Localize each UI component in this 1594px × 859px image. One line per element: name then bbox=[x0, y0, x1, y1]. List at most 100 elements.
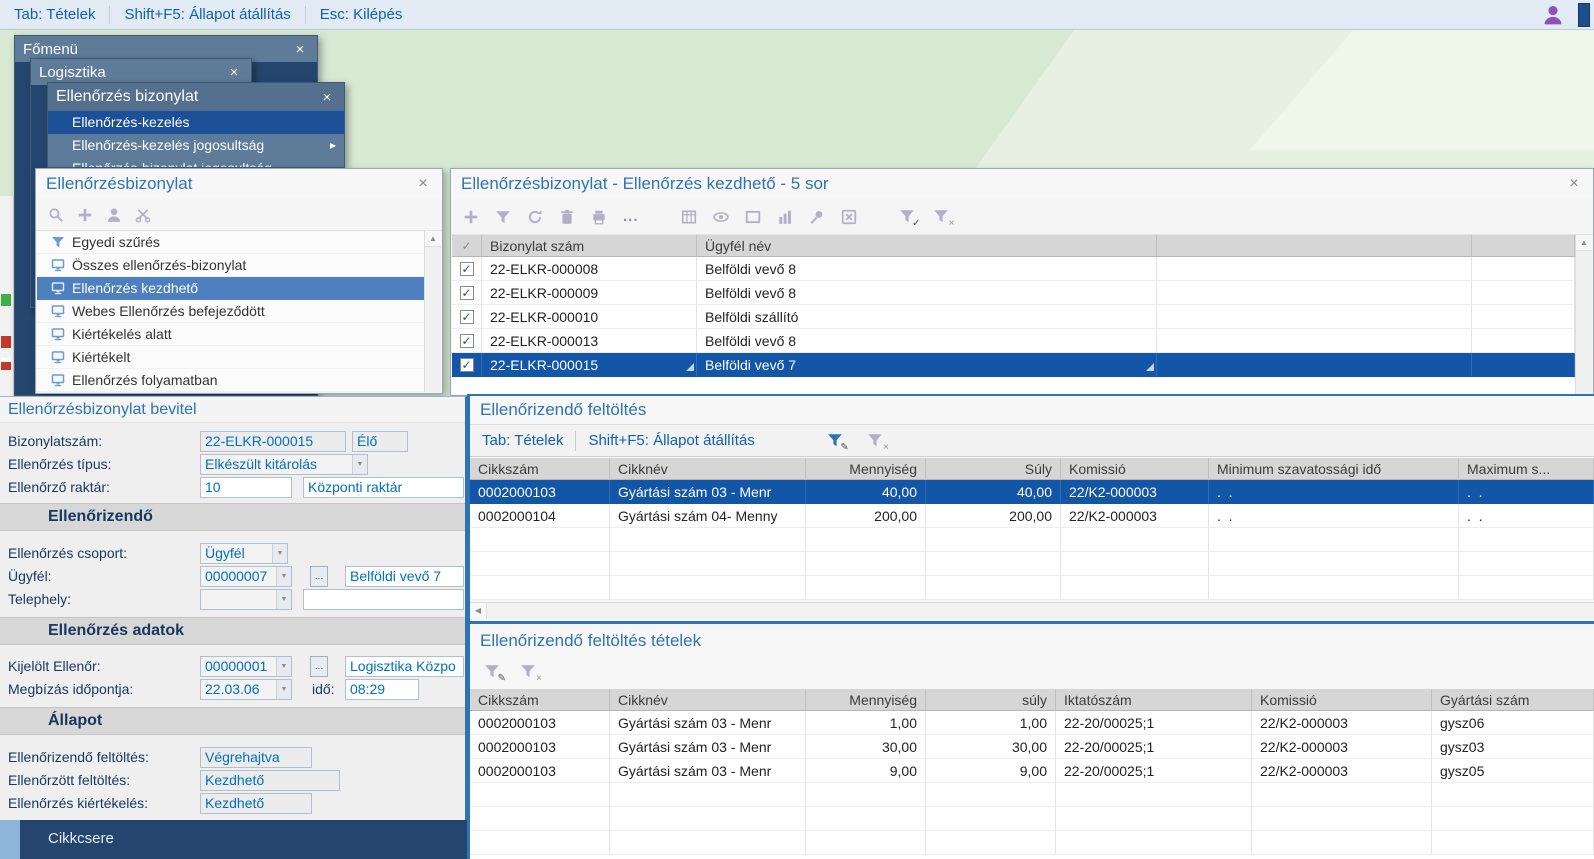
cell-ugyfel[interactable]: Belföldi vevő 7 bbox=[697, 353, 1157, 377]
close-icon[interactable]: × bbox=[1565, 175, 1583, 193]
cell-mennyiseg[interactable]: 200,00 bbox=[806, 504, 926, 528]
filter-item-egyedi-szures[interactable]: Egyedi szűrés bbox=[37, 231, 424, 254]
delete-icon[interactable] bbox=[559, 209, 575, 225]
column-cikkszam[interactable]: Cikkszám bbox=[470, 458, 610, 480]
vertical-scrollbar[interactable]: ▲ bbox=[424, 231, 441, 392]
cell-bizonylat[interactable]: 22-ELKR-000009 bbox=[482, 281, 697, 305]
cell-komissio[interactable]: 22/K2-000003 bbox=[1061, 480, 1209, 504]
cell-gyartasi-szam[interactable]: gysz06 bbox=[1432, 711, 1594, 735]
filter-apply-icon[interactable]: ✓ bbox=[899, 208, 917, 226]
cell-cikknev[interactable]: Gyártási szám 03 - Menr bbox=[610, 480, 806, 504]
cell-cikkszam[interactable]: 0002000103 bbox=[470, 711, 610, 735]
column-min-szavatossag[interactable]: Minimum szavatossági idő bbox=[1209, 458, 1459, 480]
cell-bizonylat[interactable]: 22-ELKR-000008 bbox=[482, 257, 697, 281]
cell-bizonylat[interactable]: 22-ELKR-000010 bbox=[482, 305, 697, 329]
add-icon[interactable] bbox=[77, 207, 93, 223]
cell-gyartasi-szam[interactable]: gysz03 bbox=[1432, 735, 1594, 759]
cell-min-szavatossag[interactable]: . . bbox=[1209, 480, 1459, 504]
cell-mennyiseg[interactable]: 9,00 bbox=[806, 759, 926, 783]
close-icon[interactable]: × bbox=[414, 175, 432, 193]
cell-bizonylat[interactable]: 22-ELKR-000013 bbox=[482, 329, 697, 353]
table-row-selected[interactable]: 0002000103 Gyártási szám 03 - Menr 40,00… bbox=[470, 480, 1594, 504]
ellenor-code-select[interactable]: 00000001▼ bbox=[200, 656, 292, 677]
print-icon[interactable] bbox=[591, 209, 607, 225]
filter-clear-icon[interactable]: × bbox=[520, 663, 538, 681]
column-komissio[interactable]: Komissió bbox=[1252, 689, 1432, 711]
column-cikkszam[interactable]: Cikkszám bbox=[470, 689, 610, 711]
scroll-up-icon[interactable]: ▲ bbox=[425, 231, 441, 247]
cell-komissio[interactable]: 22/K2-000003 bbox=[1252, 735, 1432, 759]
list-window-titlebar[interactable]: Ellenőrzésbizonylat - Ellenőrzés kezdhet… bbox=[451, 169, 1593, 199]
cell-cikknev[interactable]: Gyártási szám 04- Menny bbox=[610, 504, 806, 528]
close-icon[interactable]: × bbox=[291, 41, 309, 58]
ellenorzes-bizonylat-titlebar[interactable]: Ellenőrzés bizonylat × bbox=[48, 83, 344, 111]
column-komissio[interactable]: Komissió bbox=[1061, 458, 1209, 480]
layout-icon[interactable] bbox=[745, 209, 761, 225]
filter-item-folyamatban[interactable]: Ellenőrzés folyamatban bbox=[37, 369, 424, 392]
column-mennyiseg[interactable]: Mennyiség bbox=[806, 689, 926, 711]
cell-komissio[interactable]: 22/K2-000003 bbox=[1252, 759, 1432, 783]
filter-item-webes-befejezodott[interactable]: Webes Ellenőrzés befejeződött bbox=[37, 300, 424, 323]
ugyfel-code-select[interactable]: 00000007▼ bbox=[200, 566, 292, 587]
filter-apply-icon[interactable]: ✎ bbox=[484, 663, 502, 681]
table-row-selected[interactable]: ✓ 22-ELKR-000015 Belföldi vevő 7 bbox=[452, 353, 1575, 377]
cell-cikkszam[interactable]: 0002000103 bbox=[470, 735, 610, 759]
user-icon[interactable] bbox=[106, 207, 122, 223]
cell-iktatoszam[interactable]: 22-20/00025;1 bbox=[1056, 735, 1252, 759]
table-row[interactable]: ✓ 22-ELKR-000013 Belföldi vevő 8 bbox=[452, 329, 1575, 353]
filter-item-kiertekelt[interactable]: Kiértékelt bbox=[37, 346, 424, 369]
cell-suly[interactable]: 1,00 bbox=[926, 711, 1056, 735]
column-cikknev[interactable]: Cikknév bbox=[610, 458, 806, 480]
cell-suly[interactable]: 40,00 bbox=[926, 480, 1061, 504]
cell-iktatoszam[interactable]: 22-20/00025;1 bbox=[1056, 711, 1252, 735]
column-ugyfel-nev[interactable]: Ügyfél név bbox=[697, 235, 1157, 257]
megbizas-date-select[interactable]: 22.03.06▼ bbox=[200, 679, 292, 700]
cell-max-szavatossag[interactable]: . . bbox=[1459, 504, 1594, 528]
row-checkbox[interactable]: ✓ bbox=[452, 329, 482, 353]
row-checkbox[interactable]: ✓ bbox=[452, 257, 482, 281]
filter-clear-icon[interactable]: × bbox=[867, 432, 885, 450]
cell-cikkszam[interactable]: 0002000103 bbox=[470, 759, 610, 783]
scroll-up-icon[interactable]: ▲ bbox=[1576, 235, 1592, 251]
cell-komissio[interactable]: 22/K2-000003 bbox=[1061, 504, 1209, 528]
cell-mennyiseg[interactable]: 1,00 bbox=[806, 711, 926, 735]
cell-cikkszam[interactable]: 0002000103 bbox=[470, 480, 610, 504]
vertical-scrollbar[interactable]: ▲ bbox=[1575, 235, 1592, 394]
filter-item-kiertekeles-alatt[interactable]: Kiértékelés alatt bbox=[37, 323, 424, 346]
cell-mennyiseg[interactable]: 30,00 bbox=[806, 735, 926, 759]
filter-item-osszes[interactable]: Összes ellenőrzés-bizonylat bbox=[37, 254, 424, 277]
table-row[interactable]: 0002000104 Gyártási szám 04- Menny 200,0… bbox=[470, 504, 1594, 528]
pin-icon[interactable] bbox=[809, 209, 825, 225]
add-icon[interactable] bbox=[463, 209, 479, 225]
select-all-checkbox[interactable]: ✓ bbox=[452, 235, 482, 257]
column-gyartasi-szam[interactable]: Gyártási szám bbox=[1432, 689, 1594, 711]
row-checkbox[interactable]: ✓ bbox=[452, 353, 482, 377]
excel-icon[interactable] bbox=[841, 209, 857, 225]
cell-max-szavatossag[interactable]: . . bbox=[1459, 480, 1594, 504]
table-row[interactable]: 0002000103 Gyártási szám 03 - Menr 1,00 … bbox=[470, 711, 1594, 735]
filter-window-titlebar[interactable]: Ellenőrzésbizonylat × bbox=[36, 169, 442, 199]
cell-ugyfel[interactable]: Belföldi vevő 8 bbox=[697, 257, 1157, 281]
export-grid-icon[interactable] bbox=[681, 209, 697, 225]
csoport-select[interactable]: Ügyfél▼ bbox=[200, 543, 288, 564]
filter-item-kezdheto[interactable]: Ellenőrzés kezdhető bbox=[37, 277, 424, 300]
cell-min-szavatossag[interactable]: . . bbox=[1209, 504, 1459, 528]
cell-iktatoszam[interactable]: 22-20/00025;1 bbox=[1056, 759, 1252, 783]
column-cikknev[interactable]: Cikknév bbox=[610, 689, 806, 711]
horizontal-scrollbar[interactable]: ◀ bbox=[470, 602, 1594, 619]
menu-item-cikkcsere[interactable]: Cikkcsere bbox=[20, 820, 467, 859]
menu-item-bizonylat-jogosultsag[interactable]: Ellenőrzés-bizonylat jogosultság bbox=[48, 157, 344, 167]
cell-mennyiseg[interactable]: 40,00 bbox=[806, 480, 926, 504]
filter-clear-icon[interactable]: × bbox=[933, 208, 951, 226]
search-icon[interactable] bbox=[48, 207, 64, 223]
cell-cikkszam[interactable]: 0002000104 bbox=[470, 504, 610, 528]
more-icon[interactable]: ... bbox=[623, 208, 639, 225]
scroll-left-icon[interactable]: ◀ bbox=[470, 603, 487, 619]
cell-ugyfel[interactable]: Belföldi vevő 8 bbox=[697, 281, 1157, 305]
close-icon[interactable]: × bbox=[318, 89, 336, 106]
column-iktatoszam[interactable]: Iktatószám bbox=[1056, 689, 1252, 711]
bizonylatszam-field[interactable]: 22-ELKR-000015 bbox=[200, 431, 346, 452]
cell-ugyfel[interactable]: Belföldi szállító bbox=[697, 305, 1157, 329]
cell-suly[interactable]: 200,00 bbox=[926, 504, 1061, 528]
cell-suly[interactable]: 9,00 bbox=[926, 759, 1056, 783]
